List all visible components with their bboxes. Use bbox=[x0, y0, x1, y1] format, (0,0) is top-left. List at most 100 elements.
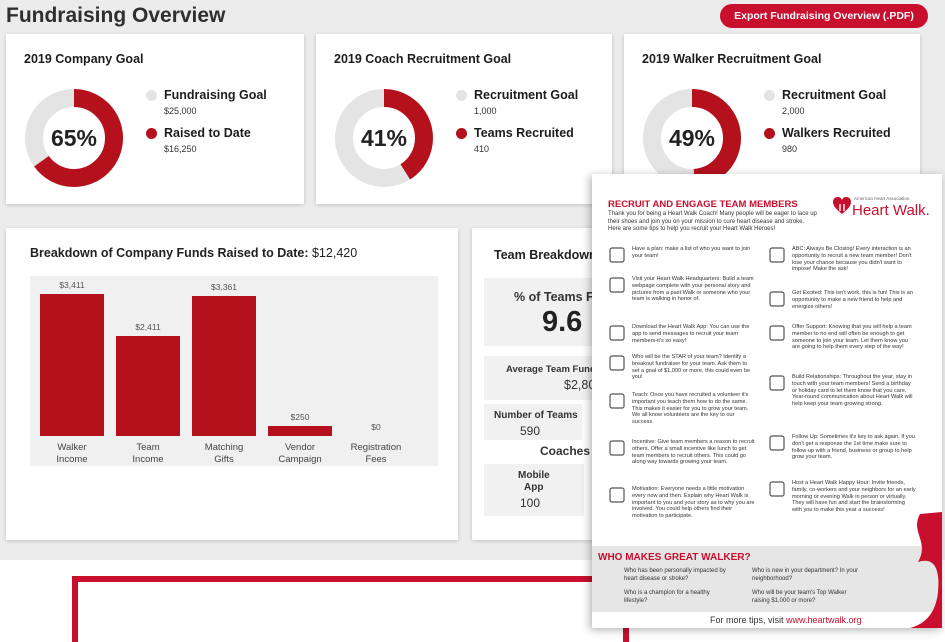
goal-card-title: 2019 Coach Recruitment Goal bbox=[334, 52, 512, 66]
avg-team-box: Average Team Fundr $2,80 bbox=[484, 356, 602, 400]
tip-text: Download the Heart Walk App: You can use… bbox=[632, 324, 750, 344]
tip-text: ABC: Always Be Closing! Every interactio… bbox=[792, 246, 912, 273]
bar-vendor-campaign bbox=[268, 425, 332, 436]
tip-text: Teach: Once you have recruited a volunte… bbox=[632, 392, 749, 426]
category-label: Vendor Campaign bbox=[278, 442, 322, 465]
laptop-icon bbox=[609, 277, 625, 293]
band-title: WHO MAKES GREAT WALKER? bbox=[598, 552, 751, 563]
band-item: Who is new in your department? In your n… bbox=[752, 568, 859, 582]
follow-up-icon bbox=[769, 435, 785, 451]
done-value: $16,250 bbox=[164, 144, 197, 154]
band-item: Who is a champion for a healthy lifestyl… bbox=[624, 590, 710, 604]
incentive-icon bbox=[609, 440, 625, 456]
tip-text: Get Excited: This isn't work, this is fu… bbox=[792, 290, 913, 310]
recruit-flyer: RECRUIT AND ENGAGE TEAM MEMBERS Thank yo… bbox=[592, 174, 942, 628]
logo-small-text: American Heart Association. bbox=[854, 196, 911, 201]
category-label: Registration Fees bbox=[350, 442, 402, 465]
support-icon bbox=[769, 325, 785, 341]
handshake-icon bbox=[769, 247, 785, 263]
band-item: Who will be your team's Top Walker raisi… bbox=[752, 590, 847, 604]
tip-text: Offer Support: Knowing that you will hel… bbox=[792, 324, 912, 351]
mobile-label-line1: Mobile bbox=[518, 470, 550, 481]
num-teams-label: Number of Teams bbox=[494, 410, 578, 421]
goal-label: Recruitment Goal bbox=[782, 88, 887, 102]
team-breakdown-card: Team Breakdown % of Teams Fu 9.6 Average… bbox=[472, 228, 602, 540]
goal-card-coach: 2019 Coach Recruitment Goal 41% Recruitm… bbox=[316, 34, 612, 204]
bar-walker-income bbox=[40, 293, 104, 436]
motivation-icon bbox=[609, 487, 625, 503]
bar-value-label: $0 bbox=[371, 422, 381, 432]
done-value: 980 bbox=[782, 144, 798, 154]
goal-value: 1,000 bbox=[474, 106, 497, 116]
category-label: Walker Income bbox=[56, 442, 88, 465]
excited-icon bbox=[769, 291, 785, 307]
star-icon bbox=[609, 355, 625, 371]
legend-dot-icon bbox=[146, 90, 157, 101]
band-item: Who has been personally impacted by hear… bbox=[624, 568, 726, 582]
done-value: 410 bbox=[474, 144, 490, 154]
team-breakdown-title: Team Breakdown bbox=[494, 248, 597, 262]
footer-prefix: For more tips, visit bbox=[710, 615, 787, 625]
tip-text: Visit your Heart Walk Headquarters: Buil… bbox=[632, 276, 754, 303]
heartwalk-link[interactable]: www.heartwalk.org bbox=[786, 615, 862, 625]
goal-card-company: 2019 Company Goal 65% Fundraising Goal $… bbox=[6, 34, 304, 204]
legend-dot-icon bbox=[764, 90, 775, 101]
goal-value: 2,000 bbox=[782, 106, 805, 116]
tip-text: Motivation: Everyone needs a little moti… bbox=[632, 486, 755, 520]
bottom-panel bbox=[72, 576, 629, 642]
tip-text: Host a Heart Walk Happy Hour: Invite fri… bbox=[792, 480, 916, 514]
bar-team-income bbox=[116, 335, 180, 436]
num-teams-box: Number of Teams 590 bbox=[484, 404, 582, 440]
pct-teams-box: % of Teams Fu 9.6 bbox=[484, 278, 602, 346]
goal-percent: 49% bbox=[668, 124, 716, 151]
relationships-icon bbox=[769, 375, 785, 391]
bar-value-label: $250 bbox=[290, 411, 310, 422]
avg-team-label: Average Team Fundr bbox=[506, 364, 600, 375]
tip-text: Who will be the STAR of your team? Ident… bbox=[632, 354, 751, 381]
mobile-value: 100 bbox=[520, 496, 541, 510]
legend-dot-icon bbox=[764, 128, 775, 139]
goal-value: $25,000 bbox=[164, 106, 197, 116]
bar-matching-gifts bbox=[192, 295, 256, 436]
num-teams-value: 590 bbox=[520, 424, 541, 438]
goal-percent: 65% bbox=[50, 124, 98, 151]
mobile-label-line2: App bbox=[524, 482, 544, 493]
export-pdf-button[interactable]: Export Fundraising Overview (.PDF) bbox=[720, 4, 928, 28]
legend-dot-icon bbox=[456, 90, 467, 101]
breakdown-title-label: Breakdown of Company Funds Raised to Dat… bbox=[30, 246, 312, 260]
goal-card-title: 2019 Company Goal bbox=[24, 52, 144, 66]
bar-value-label: $3,411 bbox=[59, 279, 85, 290]
mobile-app-box: Mobile App 100 bbox=[484, 464, 584, 516]
tip-text: Have a plan: make a list of who you want… bbox=[632, 246, 751, 259]
teach-icon bbox=[609, 393, 625, 409]
tip-text: Build Relationships: Throughout the year… bbox=[792, 374, 913, 408]
legend-dot-icon bbox=[146, 128, 157, 139]
download-icon bbox=[609, 325, 625, 341]
goal-label: Recruitment Goal bbox=[474, 88, 579, 102]
pct-teams-value: 9.6 bbox=[542, 306, 583, 338]
goal-label: Fundraising Goal bbox=[164, 88, 267, 102]
done-label: Raised to Date bbox=[164, 126, 251, 140]
tip-text: Incentive: Give team members a reason to… bbox=[632, 439, 755, 466]
flyer-heading: RECRUIT AND ENGAGE TEAM MEMBERS bbox=[608, 199, 798, 210]
breakdown-title: Breakdown of Company Funds Raised to Dat… bbox=[30, 246, 357, 260]
heart-walk-logo-icon bbox=[833, 197, 851, 214]
breakdown-total: $12,420 bbox=[311, 246, 358, 260]
category-label: Matching Gifts bbox=[204, 442, 244, 465]
goal-percent: 41% bbox=[360, 124, 408, 151]
checklist-icon bbox=[609, 247, 625, 263]
happy-hour-icon bbox=[769, 481, 785, 497]
logo-big-text: Heart Walk. bbox=[852, 202, 930, 219]
done-label: Teams Recruited bbox=[474, 126, 574, 140]
page-title: Fundraising Overview bbox=[6, 4, 226, 27]
tip-text: Follow Up: Sometimes it's key to ask aga… bbox=[792, 434, 915, 461]
goal-card-title: 2019 Walker Recruitment Goal bbox=[642, 52, 822, 66]
avg-team-value: $2,80 bbox=[564, 378, 596, 392]
done-label: Walkers Recruited bbox=[782, 126, 891, 140]
funds-bar-chart: $3,411 Walker Income $2,411 Team Income $3,361… bbox=[30, 276, 438, 466]
coaches-label: Coaches bbox=[540, 444, 591, 458]
bar-value-label: $2,411 bbox=[135, 321, 161, 332]
bar-value-label: $3,361 bbox=[211, 281, 237, 292]
flyer-footer: For more tips, visit www.heartwalk.org bbox=[710, 615, 862, 625]
legend-dot-icon bbox=[456, 128, 467, 139]
